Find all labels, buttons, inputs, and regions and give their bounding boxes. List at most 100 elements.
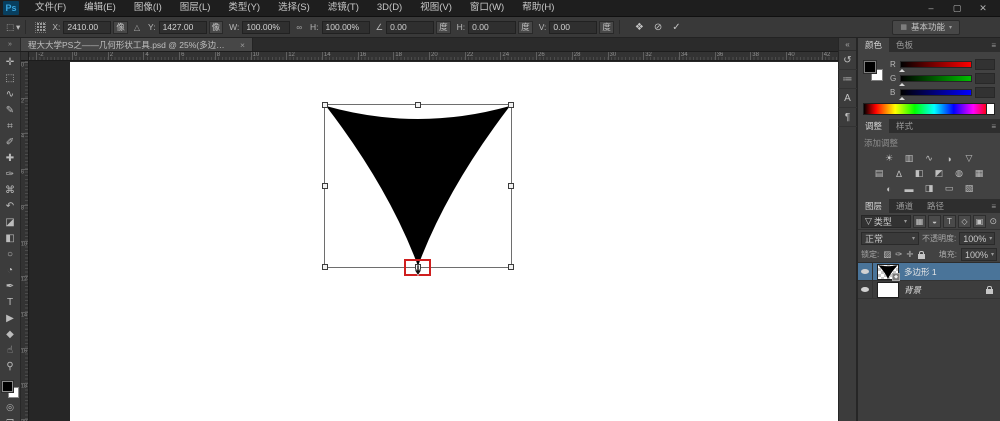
blend-mode-select[interactable]: 正常 ▾ [861,232,919,245]
filter-pixel-layers-icon[interactable]: ▦ [913,215,926,228]
history-panel-icon[interactable]: ↺ [838,51,857,70]
slider-thumb[interactable] [899,66,905,72]
blur-tool[interactable]: ○ [0,246,21,262]
lock-image-pixels-icon[interactable]: ✑ [895,249,902,260]
slider-r-value[interactable] [975,59,995,70]
foreground-color-swatch[interactable] [864,61,876,73]
slider-thumb[interactable] [899,94,905,100]
quick-mask-icon[interactable]: ◎ [0,401,21,414]
field-y-input[interactable]: 1427.00 [159,21,207,34]
tab-layers[interactable]: 图层 [858,199,889,213]
selective-color-icon[interactable]: ▧ [962,182,977,195]
clone-stamp-tool[interactable]: ⌘ [0,182,21,198]
lock-position-icon[interactable]: ✛ [906,249,913,260]
expand-panels-icon[interactable]: « [839,38,856,51]
eraser-tool[interactable]: ◪ [0,214,21,230]
posterize-icon[interactable]: ▬ [902,182,917,195]
crop-tool[interactable]: ⌗ [0,118,21,134]
tools-panel-header[interactable]: » [0,38,21,51]
field-v-skew-input[interactable]: 0.00 [549,21,597,34]
document-canvas[interactable] [70,62,838,421]
pen-tool[interactable]: ✒ [0,278,21,294]
filter-shape-layers-icon[interactable]: ◇ [958,215,971,228]
cancel-transform-icon[interactable]: ⊘ [654,22,662,33]
slider-b-value[interactable] [975,87,995,98]
filter-smart-objects-icon[interactable]: ▣ [973,215,986,228]
tab-paths[interactable]: 路径 [920,199,951,213]
type-tool-tool[interactable]: T [0,294,21,310]
color-lookup-icon[interactable]: ▦ [972,167,987,180]
tab-close-icon[interactable]: × [240,40,245,50]
commit-transform-icon[interactable]: ✓ [672,22,680,33]
filter-adjustment-layers-icon[interactable]: ◒ [928,215,941,228]
slider-r-bar[interactable] [900,61,972,68]
workspace-switcher[interactable]: ▦ 基本功能 ▾ [892,20,960,35]
fill-select[interactable]: 100% ▾ [961,248,997,261]
layer-row[interactable]: ◆多边形 1 [858,263,1000,281]
transform-handle-middle-right[interactable] [508,183,514,189]
invert-icon[interactable]: ◐ [882,182,897,195]
curves-icon[interactable]: ∿ [922,152,937,165]
marquee-tool[interactable]: ⬚ [0,70,21,86]
transform-handle-bottom-right[interactable] [508,264,514,270]
quick-selection-tool[interactable]: ✎ [0,102,21,118]
warp-mode-icon[interactable]: ❖ [635,22,644,33]
transform-handle-top-left[interactable] [322,102,328,108]
threshold-icon[interactable]: ◨ [922,182,937,195]
menu-type[interactable]: 类型(Y) [219,0,269,16]
screen-mode-icon[interactable]: ❐ [0,417,21,421]
menu-edit[interactable]: 编辑(E) [75,0,125,16]
properties-panel-icon[interactable]: ≔ [838,70,857,89]
transform-handle-middle-left[interactable] [322,183,328,189]
slider-g-value[interactable] [975,73,995,84]
field-h-input[interactable]: 100.00% [322,21,370,34]
layer-row[interactable]: 背景 [858,281,1000,299]
filter-kind-select[interactable]: ▽ 类型 ▾ [861,215,911,228]
shape-tool[interactable]: ◆ [0,326,21,342]
gradient-tool[interactable]: ◧ [0,230,21,246]
black-white-icon[interactable]: ◧ [912,167,927,180]
opacity-select[interactable]: 100% ▾ [959,232,995,245]
vibrance-icon[interactable]: ▽ [962,152,977,165]
lasso-tool[interactable]: ∿ [0,86,21,102]
field-h-skew-input[interactable]: 0.00 [468,21,516,34]
character-panel-icon[interactable]: A [838,89,857,108]
tab-swatches[interactable]: 色板 [889,38,920,52]
foreground-color-swatch[interactable] [2,381,13,392]
menu-view[interactable]: 视图(V) [411,0,461,16]
hand-tool[interactable]: ☝ [0,342,21,358]
zoom-tool[interactable]: ⚲ [0,358,21,374]
panel-menu-icon[interactable]: ≡ [991,38,1000,52]
tab-adjustments[interactable]: 调整 [858,119,889,133]
field-w-input[interactable]: 100.00% [242,21,290,34]
brush-tool[interactable]: ✑ [0,166,21,182]
document-tab[interactable]: 程大大学PS之——几何形状工具.psd @ 25%(多边形 1, RGB/8) … [21,38,253,51]
hue-saturation-icon[interactable]: ▤ [872,167,887,180]
path-selection-tool[interactable]: ▶ [0,310,21,326]
transform-handle-top-right[interactable] [508,102,514,108]
transform-handle-top-middle[interactable] [415,102,421,108]
brightness-contrast-icon[interactable]: ☀ [882,152,897,165]
white-swatch[interactable] [986,104,994,114]
reference-point-locator[interactable] [35,22,46,33]
menu-select[interactable]: 选择(S) [269,0,319,16]
menu-3d[interactable]: 3D(D) [368,0,411,16]
panel-menu-icon[interactable]: ≡ [991,199,1000,213]
link-dimensions-icon[interactable]: ∞ [296,23,302,32]
slider-g-bar[interactable] [900,75,972,82]
minimize-button[interactable]: – [926,3,936,14]
field-angle-input[interactable]: 0.00 [386,21,434,34]
tool-preset-picker[interactable]: ⬚▾ [6,22,20,33]
relative-positioning-icon[interactable]: △ [134,23,140,32]
close-button[interactable]: ✕ [978,3,988,14]
lock-transparent-pixels-icon[interactable]: ▨ [883,249,891,260]
menu-help[interactable]: 帮助(H) [513,0,563,16]
eye-icon[interactable] [861,287,869,292]
lock-all-icon[interactable] [918,254,925,259]
healing-brush-tool[interactable]: ✚ [0,150,21,166]
history-brush-tool[interactable]: ↶ [0,198,21,214]
photo-filter-icon[interactable]: ◩ [932,167,947,180]
tab-styles[interactable]: 样式 [889,119,920,133]
menu-layer[interactable]: 图层(L) [171,0,220,16]
eye-icon[interactable] [861,269,869,274]
